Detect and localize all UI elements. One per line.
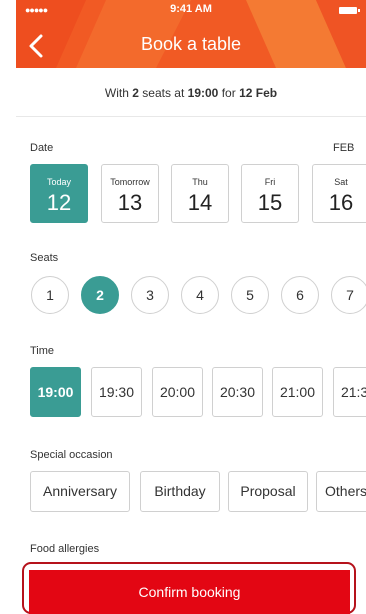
date-option-day-number: 13 — [117, 190, 143, 215]
page-title: Book a table — [140, 34, 242, 54]
date-option-day-number: 14 — [187, 190, 213, 215]
date-option-sat[interactable]: Sat 16 — [312, 164, 366, 223]
divider — [16, 116, 366, 117]
time-label: Time — [30, 345, 55, 357]
summary-seats: 2 — [132, 86, 139, 100]
month-label: FEB — [333, 142, 355, 154]
battery-icon — [339, 7, 360, 14]
seat-option-2[interactable]: 2 — [81, 276, 119, 314]
time-option-1900[interactable]: 19:00 — [30, 367, 81, 417]
date-option-day-number: 15 — [257, 190, 283, 215]
date-option-today[interactable]: Today 12 — [30, 164, 88, 223]
time-option-2000[interactable]: 20:00 — [152, 367, 203, 417]
seat-option-3[interactable]: 3 — [131, 276, 169, 314]
date-label: Date — [30, 142, 54, 154]
summary-prefix: With — [104, 86, 129, 100]
occasion-option-anniversary[interactable]: Anniversary — [30, 471, 130, 512]
seat-option-6[interactable]: 6 — [281, 276, 319, 314]
summary-date: 12 Feb — [239, 86, 278, 100]
summary-time: 19:00 — [187, 86, 219, 100]
seat-option-4[interactable]: 4 — [181, 276, 219, 314]
food-allergies-label: Food allergies — [30, 543, 100, 555]
occasion-option-others[interactable]: Others — [316, 471, 366, 512]
summary-seats-suffix: seats at — [142, 86, 185, 100]
summary-for: for — [221, 86, 236, 100]
date-option-day-name: Sat — [334, 177, 348, 187]
seat-option-1[interactable]: 1 — [31, 276, 69, 314]
date-option-day-name: Today — [46, 177, 72, 187]
date-option-fri[interactable]: Fri 15 — [241, 164, 299, 223]
date-option-day-name: Tomorrow — [110, 177, 150, 187]
date-option-day-name: Thu — [192, 177, 208, 187]
seat-option-7[interactable]: 7 — [331, 276, 366, 314]
booking-summary: With 2 seats at 19:00 for 12 Feb — [16, 86, 366, 100]
occasion-option-proposal[interactable]: Proposal — [228, 471, 308, 512]
date-option-day-name: Fri — [264, 177, 276, 187]
app-frame: ●●●●● 9:41 AM Book a table With 2 seats … — [16, 0, 366, 614]
seats-label: Seats — [30, 252, 59, 264]
date-option-day-number: 12 — [46, 190, 72, 215]
date-option-thu[interactable]: Thu 14 — [171, 164, 229, 223]
status-time: 9:41 AM — [170, 3, 212, 15]
occasion-option-birthday[interactable]: Birthday — [140, 471, 220, 512]
occasion-label: Special occasion — [30, 449, 113, 461]
date-option-day-number: 16 — [328, 190, 354, 215]
status-bar: ●●●●● 9:41 AM — [16, 0, 366, 20]
seat-option-5[interactable]: 5 — [231, 276, 269, 314]
time-option-2030[interactable]: 20:30 — [212, 367, 263, 417]
header-bar: ●●●●● 9:41 AM Book a table — [16, 0, 366, 68]
date-option-tomorrow[interactable]: Tomorrow 13 — [101, 164, 159, 223]
time-option-2100[interactable]: 21:00 — [272, 367, 323, 417]
confirm-booking-button[interactable]: Confirm booking — [29, 570, 350, 614]
time-option-2130[interactable]: 21:30 — [333, 367, 366, 417]
time-option-1930[interactable]: 19:30 — [91, 367, 142, 417]
